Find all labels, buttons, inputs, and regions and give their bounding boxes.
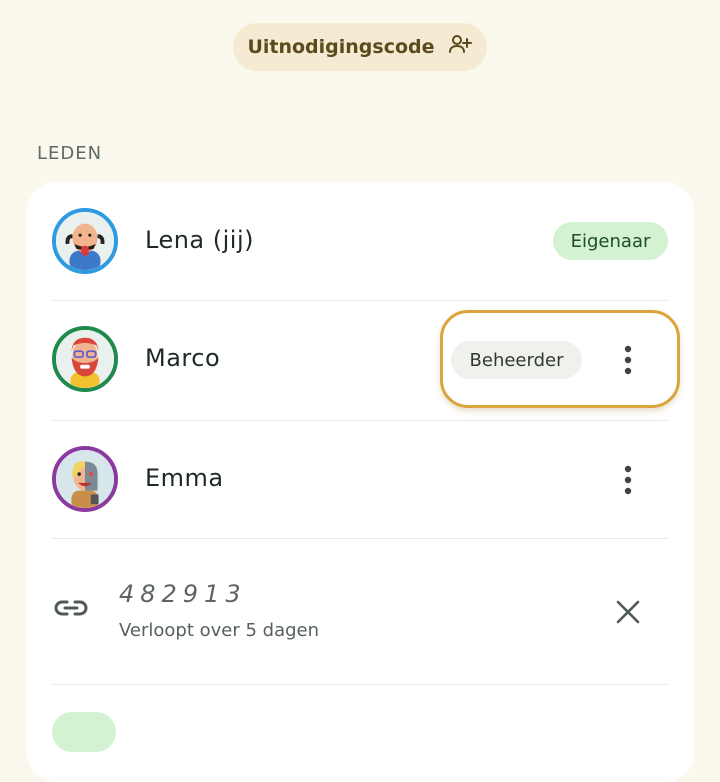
members-section-label: LEDEN xyxy=(37,143,103,164)
close-icon[interactable] xyxy=(614,598,642,626)
member-row-lena[interactable]: Lena (jij) Eigenaar xyxy=(27,182,694,300)
divider xyxy=(52,538,668,539)
more-options-icon[interactable] xyxy=(608,340,648,380)
member-name: Emma xyxy=(145,464,224,492)
partial-chip xyxy=(52,712,116,752)
avatar-lena xyxy=(52,208,118,274)
member-name: Marco xyxy=(145,344,221,372)
role-badge-admin: Beheerder xyxy=(451,341,582,379)
divider xyxy=(52,684,668,685)
link-icon xyxy=(54,598,88,618)
members-card: Lena (jij) Eigenaar Marco Beheerder Emma… xyxy=(27,182,694,782)
member-row-marco[interactable]: Marco Beheerder xyxy=(27,301,694,419)
invite-code-button[interactable]: Uitnodigingscode xyxy=(233,23,487,71)
avatar-marco xyxy=(52,326,118,392)
member-row-emma[interactable]: Emma xyxy=(27,421,694,539)
invite-code-label: Uitnodigingscode xyxy=(247,36,435,58)
person-add-icon xyxy=(447,32,473,63)
avatar-emma xyxy=(52,446,118,512)
more-options-icon[interactable] xyxy=(608,460,648,500)
invite-code-expiry: Verloopt over 5 dagen xyxy=(119,620,320,641)
role-badge-owner: Eigenaar xyxy=(553,222,668,260)
invite-code-value: 482913 xyxy=(119,580,247,608)
member-name: Lena (jij) xyxy=(145,226,254,254)
